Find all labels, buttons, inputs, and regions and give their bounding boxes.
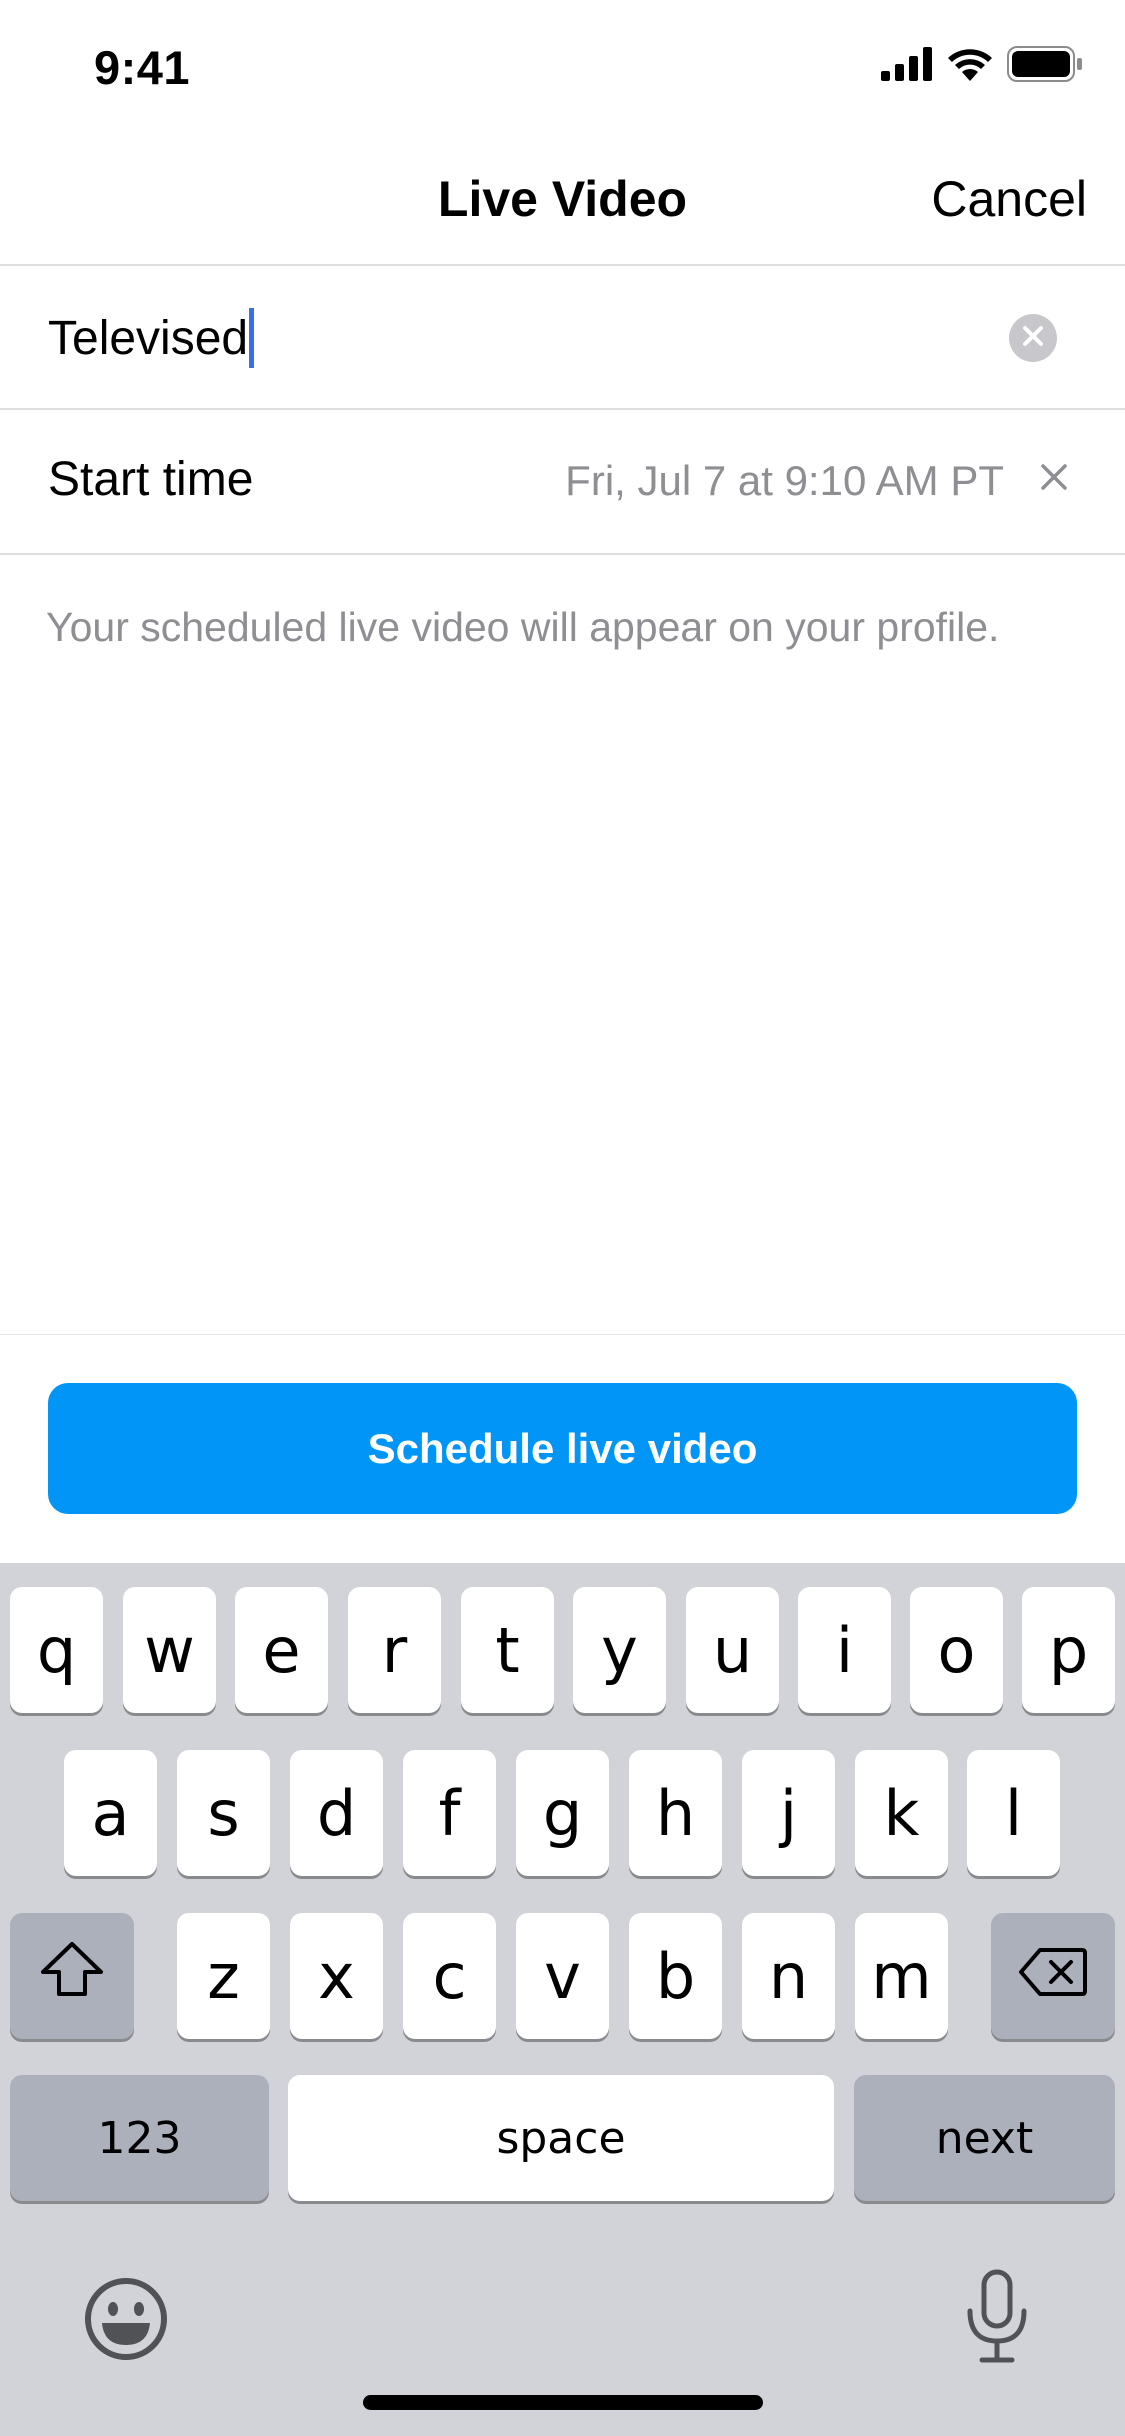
space-key[interactable]: space [288, 2075, 834, 2201]
cellular-signal-icon [881, 47, 933, 86]
key-y[interactable]: y [573, 1587, 666, 1713]
key-r[interactable]: r [348, 1587, 441, 1713]
cancel-button[interactable]: Cancel [931, 170, 1087, 228]
key-k[interactable]: k [855, 1750, 948, 1876]
clear-title-button[interactable] [1009, 314, 1057, 362]
divider [0, 264, 1125, 266]
key-b[interactable]: b [629, 1913, 722, 2039]
key-d[interactable]: d [290, 1750, 383, 1876]
key-p[interactable]: p [1022, 1587, 1115, 1713]
status-icons [881, 46, 1083, 87]
microphone-icon [962, 2269, 1032, 2369]
clear-start-time-button[interactable] [1037, 462, 1071, 496]
key-o[interactable]: o [910, 1587, 1003, 1713]
divider [0, 553, 1125, 555]
close-icon [1040, 463, 1068, 496]
key-c[interactable]: c [403, 1913, 496, 2039]
key-m[interactable]: m [855, 1913, 948, 2039]
keyboard: q w e r t y u i o p a s d f g h j k l z … [0, 1563, 1125, 2436]
key-z[interactable]: z [177, 1913, 270, 2039]
key-w[interactable]: w [123, 1587, 216, 1713]
clear-circle-icon [1022, 325, 1044, 352]
status-time: 9:41 [94, 41, 191, 94]
key-v[interactable]: v [516, 1913, 609, 2039]
key-i[interactable]: i [798, 1587, 891, 1713]
text-caret [249, 308, 255, 368]
shift-key[interactable] [10, 1913, 134, 2039]
key-n[interactable]: n [742, 1913, 835, 2039]
title-input[interactable]: Televised [48, 306, 255, 370]
title-input-value: Televised [48, 311, 249, 365]
key-e[interactable]: e [235, 1587, 328, 1713]
key-q[interactable]: q [10, 1587, 103, 1713]
key-l[interactable]: l [967, 1750, 1060, 1876]
next-key[interactable]: next [854, 2075, 1115, 2201]
key-x[interactable]: x [290, 1913, 383, 2039]
backspace-key[interactable] [991, 1913, 1115, 2039]
schedule-live-video-button[interactable]: Schedule live video [48, 1383, 1077, 1514]
schedule-hint: Your scheduled live video will appear on… [46, 604, 1000, 650]
key-f[interactable]: f [403, 1750, 496, 1876]
numbers-key[interactable]: 123 [10, 2075, 269, 2201]
start-time-value[interactable]: Fri, Jul 7 at 9:10 AM PT [565, 457, 1004, 505]
emoji-button[interactable] [82, 2275, 170, 2363]
wifi-icon [947, 47, 993, 86]
shift-icon [39, 1940, 105, 2013]
battery-icon [1007, 46, 1083, 87]
divider [0, 1334, 1125, 1335]
backspace-icon [1018, 1940, 1088, 2013]
start-time-label: Start time [48, 453, 254, 506]
key-a[interactable]: a [64, 1750, 157, 1876]
emoji-icon [82, 2278, 170, 2367]
microphone-button[interactable] [962, 2269, 1032, 2365]
key-s[interactable]: s [177, 1750, 270, 1876]
key-g[interactable]: g [516, 1750, 609, 1876]
key-u[interactable]: u [686, 1587, 779, 1713]
key-j[interactable]: j [742, 1750, 835, 1876]
key-t[interactable]: t [461, 1587, 554, 1713]
key-h[interactable]: h [629, 1750, 722, 1876]
home-indicator [363, 2395, 763, 2410]
divider [0, 408, 1125, 410]
